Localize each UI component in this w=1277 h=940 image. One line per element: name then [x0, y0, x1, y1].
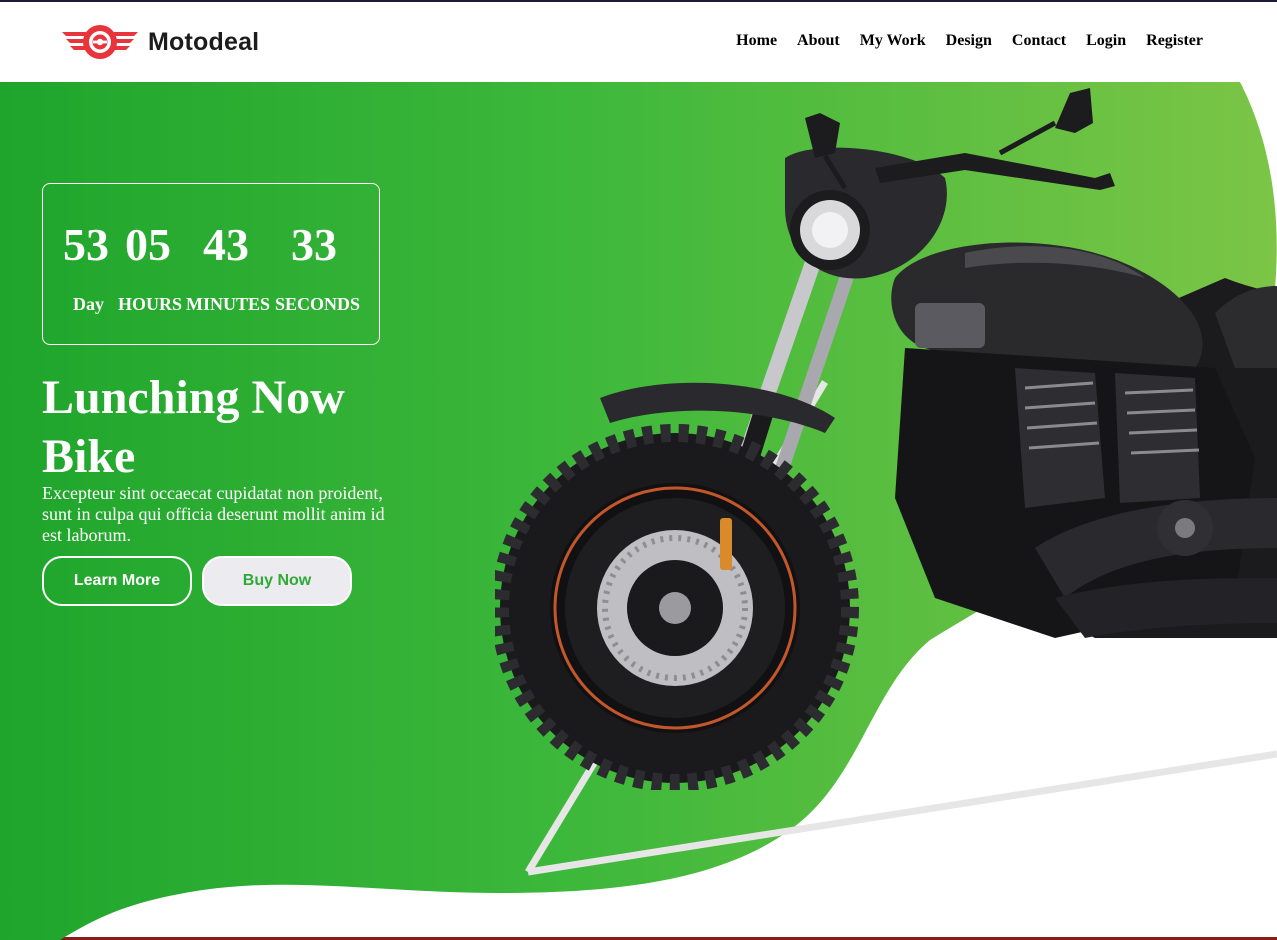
- nav-contact[interactable]: Contact: [1012, 32, 1066, 50]
- countdown-hours-value: 05: [125, 219, 171, 270]
- brand-name: Motodeal: [148, 27, 260, 56]
- countdown-days-label: Day: [73, 294, 104, 314]
- nav-login[interactable]: Login: [1086, 32, 1126, 50]
- countdown-minutes-label: MINUTES: [186, 294, 271, 314]
- countdown-minutes-value: 43: [203, 219, 249, 270]
- hero-title-line2: Bike: [42, 430, 136, 483]
- learn-more-button[interactable]: Learn More: [42, 556, 192, 606]
- nav-my-work[interactable]: My Work: [860, 32, 926, 50]
- buy-now-button[interactable]: Buy Now: [202, 556, 352, 606]
- countdown-hours-label: HOURS: [118, 294, 183, 314]
- countdown-seconds-label: SECONDS: [275, 294, 361, 314]
- main-nav: Home About My Work Design Contact Login …: [716, 32, 1203, 50]
- nav-design[interactable]: Design: [946, 32, 992, 50]
- hero-description: Excepteur sint occaecat cupidatat non pr…: [42, 483, 385, 545]
- brand-logo[interactable]: Motodeal: [60, 22, 259, 62]
- nav-home[interactable]: Home: [736, 32, 777, 50]
- countdown-timer: 53 05 43 33 Day HOURS MINUTES SECONDS: [42, 183, 380, 345]
- hero-title: Lunching Now Bike: [42, 368, 402, 486]
- nav-register[interactable]: Register: [1146, 32, 1203, 50]
- site-header: Motodeal Home About My Work Design Conta…: [0, 2, 1277, 82]
- nav-about[interactable]: About: [797, 32, 840, 50]
- countdown-days-value: 53: [63, 219, 109, 270]
- motorcycle-image: [495, 88, 1277, 790]
- countdown-seconds-value: 33: [291, 219, 337, 270]
- winged-wheel-icon: [62, 25, 138, 59]
- hero-title-line1: Lunching Now: [42, 371, 345, 424]
